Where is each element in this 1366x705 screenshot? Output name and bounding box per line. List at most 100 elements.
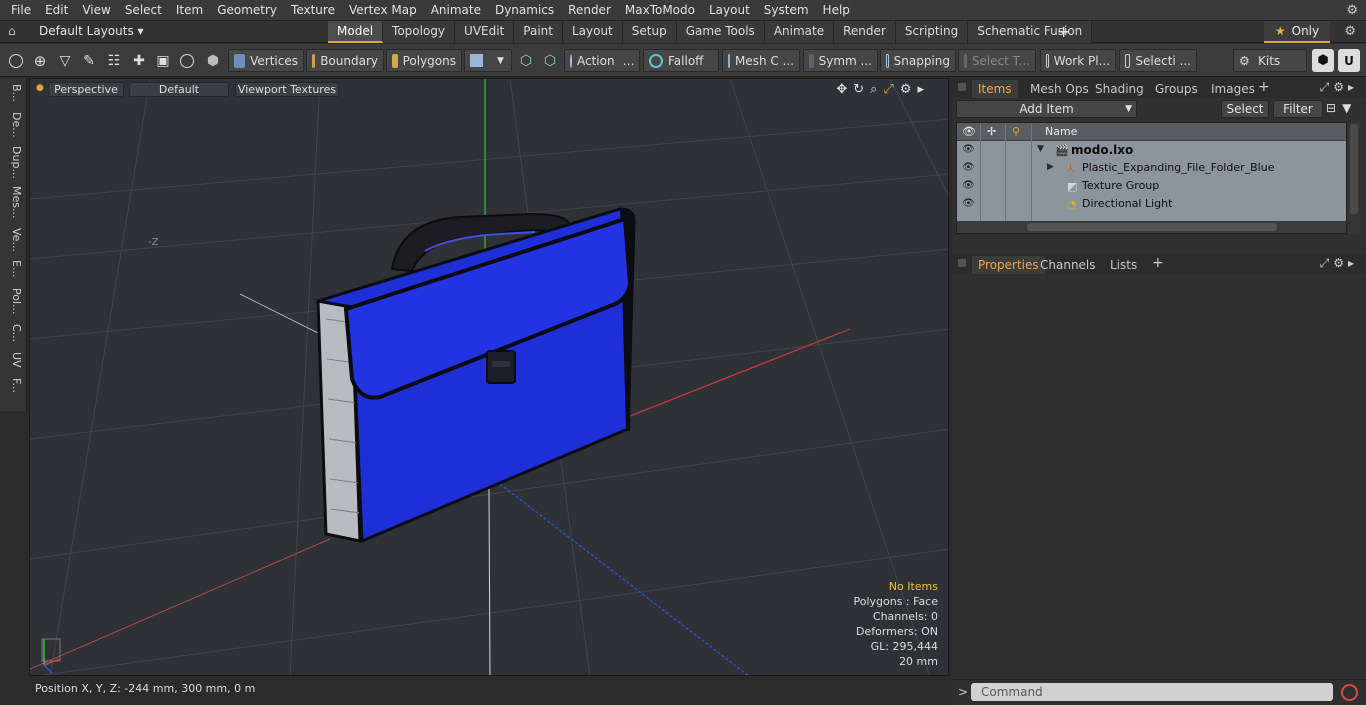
add-panel-tab-icon[interactable]: + bbox=[1152, 255, 1164, 271]
expand-arrow-icon[interactable]: ▸ bbox=[917, 82, 930, 97]
add-tab-icon[interactable]: + bbox=[1057, 22, 1070, 41]
expand-panel-icon[interactable]: ⤢ bbox=[1320, 80, 1334, 94]
tab-topology[interactable]: Topology bbox=[383, 21, 456, 43]
type-column-icon[interactable]: ⚲ bbox=[1012, 125, 1020, 138]
tab-scripting[interactable]: Scripting bbox=[895, 21, 969, 43]
funnel-icon[interactable]: ▼ bbox=[1342, 101, 1357, 115]
name-column-header[interactable]: Name bbox=[1045, 125, 1077, 138]
select-circle-icon[interactable] bbox=[6, 49, 26, 72]
menu-help[interactable]: Help bbox=[816, 0, 857, 21]
tab-model[interactable]: Model bbox=[328, 21, 384, 43]
shading-default-button[interactable]: Default bbox=[129, 82, 229, 97]
select-through-button[interactable]: Select T... bbox=[958, 49, 1036, 72]
left-tab-uv[interactable]: UV bbox=[3, 352, 23, 368]
tab-items[interactable]: Items bbox=[972, 80, 1018, 98]
panel-menu-icon[interactable] bbox=[958, 83, 966, 91]
mesh-constraint-button[interactable]: Mesh C ... bbox=[722, 49, 800, 72]
rotate-icon[interactable]: ↻ bbox=[853, 82, 870, 97]
menu-select[interactable]: Select bbox=[118, 0, 169, 21]
list-item[interactable]: 👁 ▼ 🎬 modo.lxo bbox=[957, 141, 1346, 159]
tab-lists[interactable]: Lists bbox=[1104, 256, 1143, 274]
viewport-textures-button[interactable]: Viewport Textures bbox=[235, 82, 339, 97]
tab-mesh-ops[interactable]: Mesh Ops bbox=[1024, 80, 1095, 98]
menu-file[interactable]: File bbox=[4, 0, 38, 21]
left-tab-basic[interactable]: B... bbox=[3, 84, 23, 102]
menu-edit[interactable]: Edit bbox=[38, 0, 75, 21]
item-mode-dropdown[interactable]: ▼ bbox=[464, 49, 512, 72]
menu-item[interactable]: Item bbox=[169, 0, 210, 21]
default-layouts-dropdown[interactable]: Default Layouts ▾ bbox=[39, 24, 144, 38]
scrollbar-thumb[interactable] bbox=[1350, 124, 1358, 214]
menu-vertex-map[interactable]: Vertex Map bbox=[342, 0, 424, 21]
collapse-arrow-icon[interactable]: ▼ bbox=[1037, 144, 1044, 154]
eye-icon[interactable]: 👁 bbox=[962, 180, 975, 191]
3d-viewport[interactable]: ● Perspective Default Viewport Textures … bbox=[29, 78, 949, 676]
add-panel-tab-icon[interactable]: + bbox=[1258, 79, 1270, 95]
menu-animate[interactable]: Animate bbox=[424, 0, 488, 21]
visibility-column-eye-icon[interactable]: 👁 bbox=[962, 125, 976, 138]
shield-icon[interactable]: ⬢ bbox=[201, 49, 225, 72]
panel-menu-icon[interactable] bbox=[958, 259, 966, 267]
panel-gear-icon[interactable]: ⚙ bbox=[1333, 256, 1348, 270]
vertices-button[interactable]: Vertices bbox=[228, 49, 304, 72]
list-item[interactable]: 👁 ◔ Directional Light bbox=[957, 195, 1346, 213]
tab-layout[interactable]: Layout bbox=[562, 21, 623, 43]
left-tab-curve[interactable]: C... bbox=[3, 324, 23, 342]
ghost-icon[interactable]: ⬡ bbox=[539, 49, 561, 72]
unity-icon[interactable]: ⬢ bbox=[1312, 49, 1334, 72]
panel-arrow-icon[interactable]: ▸ bbox=[1348, 80, 1358, 94]
align-icon[interactable]: ☷ bbox=[103, 49, 125, 72]
panel-gear-icon[interactable]: ⚙ bbox=[1333, 80, 1348, 94]
zoom-icon[interactable]: ⌕ bbox=[870, 82, 883, 97]
left-tab-polygon[interactable]: Pol... bbox=[3, 288, 23, 315]
tab-uvedit[interactable]: UVEdit bbox=[455, 21, 515, 43]
left-tab-mesh[interactable]: Mes... bbox=[3, 186, 23, 218]
left-tab-deform[interactable]: De... bbox=[3, 112, 23, 138]
menu-render[interactable]: Render bbox=[561, 0, 618, 21]
command-input[interactable]: Command bbox=[971, 683, 1333, 701]
polygons-button[interactable]: Polygons bbox=[386, 49, 462, 72]
eye-icon[interactable]: 👁 bbox=[962, 162, 975, 173]
frame-icon[interactable]: ▣ bbox=[152, 49, 174, 72]
scrollbar-thumb[interactable] bbox=[1027, 223, 1277, 231]
horizontal-scrollbar[interactable] bbox=[957, 221, 1346, 233]
left-tab-edge[interactable]: E... bbox=[3, 260, 23, 277]
tab-render[interactable]: Render bbox=[834, 21, 896, 43]
left-tab-vertex[interactable]: Ve... bbox=[3, 228, 23, 252]
menu-layout[interactable]: Layout bbox=[702, 0, 757, 21]
tab-paint[interactable]: Paint bbox=[514, 21, 563, 43]
snapping-button[interactable]: Snapping bbox=[880, 49, 956, 72]
panel-arrow-icon[interactable]: ▸ bbox=[1348, 256, 1358, 270]
tab-schematic-fusion[interactable]: Schematic Fusion bbox=[968, 21, 1093, 43]
select-button[interactable]: Select bbox=[1221, 100, 1269, 118]
add-item-button[interactable]: Add Item ▼ bbox=[956, 100, 1137, 118]
timer-icon[interactable] bbox=[176, 49, 198, 72]
expand-panel-icon[interactable]: ⤢ bbox=[1320, 256, 1334, 270]
tab-channels[interactable]: Channels bbox=[1034, 256, 1102, 274]
selection-sets-button[interactable]: Selecti ... bbox=[1119, 49, 1197, 72]
work-plane-button[interactable]: Work Pl... bbox=[1040, 49, 1116, 72]
home-icon[interactable]: ⌂ bbox=[8, 24, 16, 38]
tab-images[interactable]: Images bbox=[1205, 80, 1261, 98]
tab-setup[interactable]: Setup bbox=[622, 21, 677, 43]
viewport-settings-icon[interactable]: ⚙ bbox=[900, 82, 918, 97]
menu-geometry[interactable]: Geometry bbox=[210, 0, 284, 21]
brush-icon[interactable]: ✎ bbox=[78, 49, 100, 72]
menu-view[interactable]: View bbox=[75, 0, 117, 21]
expand-arrow-icon[interactable]: ▶ bbox=[1047, 162, 1054, 172]
tab-animate[interactable]: Animate bbox=[764, 21, 835, 43]
globe-icon[interactable]: ⊕ bbox=[30, 49, 50, 72]
vertical-scrollbar[interactable] bbox=[1348, 122, 1360, 234]
left-tab-fusion[interactable]: F... bbox=[3, 378, 23, 393]
menu-system[interactable]: System bbox=[757, 0, 816, 21]
collapse-icon[interactable]: ⊟ bbox=[1326, 101, 1342, 115]
boundary-button[interactable]: Boundary bbox=[306, 49, 384, 72]
menu-maxtomodo[interactable]: MaxToModo bbox=[618, 0, 702, 21]
kits-button[interactable]: ⚙ Kits bbox=[1233, 49, 1307, 72]
record-icon[interactable] bbox=[1341, 684, 1358, 701]
tab-groups[interactable]: Groups bbox=[1149, 80, 1204, 98]
filter-button[interactable]: Filter bbox=[1273, 100, 1323, 118]
action-center-button[interactable]: Action… bbox=[564, 49, 640, 72]
menu-dynamics[interactable]: Dynamics bbox=[488, 0, 561, 21]
left-tab-duplicate[interactable]: Dup... bbox=[3, 146, 23, 179]
